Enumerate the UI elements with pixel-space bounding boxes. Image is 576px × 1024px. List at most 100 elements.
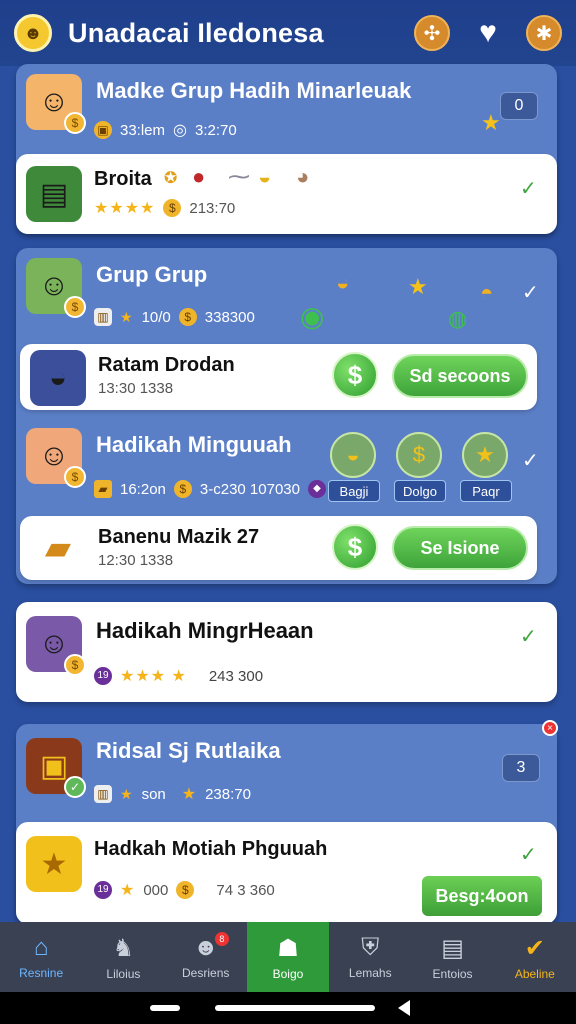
meta-value-b: 338300: [204, 308, 255, 326]
reward-coin-icon[interactable]: $: [396, 432, 442, 478]
group-card-2[interactable]: ☺ $ Grup Grup ▥ ★ 10/0 $ 338300 ◉ ◒ ★ ◍ ◓…: [16, 248, 557, 584]
robot-icon: ☗: [277, 934, 299, 962]
rating-stars: ★★★ ★: [120, 668, 187, 685]
nav-label: Abeline: [514, 966, 555, 981]
meta-value-b: 243 300: [208, 667, 264, 685]
star-icon: ★: [120, 308, 134, 325]
group-card-3[interactable]: ☺ $ Hadikah MingrHeaan 19 ★★★ ★ 243 300 ✓: [16, 602, 557, 702]
card-title: Madke Grup Hadih Minarleuak: [96, 78, 412, 103]
group-entry[interactable]: ▰ Banenu Mazik 27 12:30 1338 $ Se Isione: [20, 516, 537, 580]
card-title: Hadikah MingrHeaan: [96, 618, 314, 643]
character-avatar: ☺ $: [26, 258, 86, 318]
action-button[interactable]: Se Isione: [392, 526, 528, 570]
meta-value-a: 10/0: [141, 308, 171, 326]
nav-label: Resnine: [19, 966, 64, 980]
coin-icon: $: [163, 199, 182, 217]
character-avatar: ☺ $: [26, 74, 86, 134]
logo-icon[interactable]: ☻: [14, 14, 52, 52]
count-badge: 3: [502, 754, 540, 782]
notification-badge: 8: [214, 932, 229, 946]
alert-badge: ×: [542, 720, 558, 736]
home-gesture-bar[interactable]: [215, 1005, 375, 1011]
reward-bell-icon[interactable]: ◒: [330, 432, 376, 478]
entry-title: Banenu Mazik 27: [98, 526, 260, 548]
entry-value: 13:30 1338: [98, 380, 174, 397]
chat-icon: ▤: [441, 934, 464, 962]
entry-value: 12:30 1338: [98, 552, 174, 569]
recents-button[interactable]: [150, 1005, 180, 1011]
reward-label: Paqr: [460, 480, 512, 502]
level-badge: 19: [94, 881, 112, 899]
reward-label: Bagji: [328, 480, 380, 502]
heart-icon[interactable]: ♥: [470, 15, 506, 51]
whistle-icon: ⁓: [228, 164, 250, 189]
bug-icon[interactable]: ✱: [526, 15, 562, 51]
meta-value-a: son: [141, 785, 166, 803]
top-bar: ☻ Unadacai Iledonesa ✣ ♥ ✱: [0, 0, 576, 66]
entry-value: 213:70: [189, 199, 236, 217]
bell-icon: ◒: [336, 270, 350, 295]
group-card-4[interactable]: × ▣ ✓ Ridsal Sj Rutlaika ▥ ★ son ★ 238:70…: [16, 720, 558, 924]
entry-title: Ratam Drodan: [98, 354, 235, 376]
nav-item-shield[interactable]: ⛨ Lemahs: [329, 922, 411, 992]
home-icon: ⌂: [33, 934, 49, 961]
meta-value-b: 3-c230 107030: [199, 480, 300, 498]
level-badge: ◆: [307, 480, 326, 498]
level-badge: 19: [94, 667, 112, 685]
medal-icon: ✪: [164, 170, 178, 187]
chest-avatar: ▣ ✓: [26, 738, 86, 798]
card-title: Ridsal Sj Rutlaika: [96, 738, 281, 763]
meta-value-b: 3:2:70: [195, 121, 237, 139]
nav-item-people[interactable]: ☻ 8 Desriens: [165, 922, 247, 992]
bottom-nav: ⌂ Resnine ♞ Liloius ☻ 8 Desriens ☗ Boigo…: [0, 922, 576, 992]
row-meta: ▰ 16:2on $ 3-c230 107030 ◆: [94, 480, 326, 498]
gold-bar-item-icon: ▰: [30, 520, 86, 576]
card-meta: ▥ ★ son ★ 238:70: [94, 784, 251, 804]
bell-icon: ◒: [258, 164, 272, 189]
meta-value-a: 000: [143, 881, 169, 899]
reward-star-icon[interactable]: ★: [462, 432, 508, 478]
coin-icon: $: [173, 480, 192, 498]
jar-icon: ▥: [94, 308, 112, 326]
nav-item-robot[interactable]: ☗ Boigo: [246, 922, 330, 992]
nav-label: Boigo: [272, 966, 304, 981]
gold-bar-icon: ▰: [94, 480, 112, 498]
gold-card-icon: ★: [26, 836, 82, 892]
group-entry[interactable]: ◒ Ratam Drodan 13:30 1338 $ Sd secoons: [20, 344, 537, 410]
nav-item-check[interactable]: ✔ Abeline: [494, 922, 576, 992]
jar-icon: ▥: [94, 785, 112, 803]
character-avatar: ☺ $: [26, 616, 86, 676]
group-card-1[interactable]: ☺ $ Madke Grup Hadih Minarleuak ▣ 33:lem …: [16, 64, 557, 234]
card-meta: ▥ ★ 10/0 $ 338300: [94, 308, 255, 326]
group-entry[interactable]: ★ Hadkah Motiah Phguuah 19 ★ 000 $ 74 3 …: [16, 822, 557, 924]
rating-stars: ★★★★: [94, 200, 156, 217]
dollar-icon[interactable]: $: [332, 524, 378, 570]
ball-icon: ●: [192, 164, 206, 189]
puzzle-icon[interactable]: ✣: [414, 15, 450, 51]
lamp-icon: ◓: [480, 280, 494, 305]
nav-item-chat[interactable]: ▤ Entoios: [411, 922, 493, 992]
card-title: Grup Grup: [96, 262, 208, 287]
system-nav-bar: [0, 992, 576, 1024]
bell-item-icon: ◒: [30, 350, 86, 406]
check-icon: ✓: [520, 844, 537, 866]
nav-item-home[interactable]: ⌂ Resnine: [0, 922, 82, 992]
action-button[interactable]: Sd secoons: [392, 354, 528, 398]
meta-value-a: 16:2on: [120, 480, 166, 498]
reward-label: Dolgo: [394, 480, 446, 502]
cat-icon: ♞: [112, 934, 135, 962]
coin-icon: $: [176, 881, 195, 899]
group-entry[interactable]: ▤ Broita ✪ ● ⁓ ◒ ◕ ★★★★ $ 213:70 ✓: [16, 154, 557, 234]
action-button[interactable]: Besg:4oon: [422, 876, 542, 916]
nav-item-cat[interactable]: ♞ Liloius: [82, 922, 164, 992]
entry-title: Broita: [94, 168, 152, 190]
back-icon[interactable]: [398, 1000, 410, 1016]
app-title: Unadacai Iledonesa: [68, 17, 324, 48]
check-icon: ✓: [522, 450, 539, 472]
entry-meta: 19 ★ 000 $ 74 3 360: [94, 880, 275, 900]
nav-label: Liloius: [106, 966, 141, 981]
dollar-icon[interactable]: $: [332, 352, 378, 398]
meta-value-a: 33:lem: [120, 121, 166, 139]
card-meta: ▣ 33:lem ◎ 3:2:70: [94, 120, 237, 140]
nav-label: Entoios: [432, 966, 473, 981]
